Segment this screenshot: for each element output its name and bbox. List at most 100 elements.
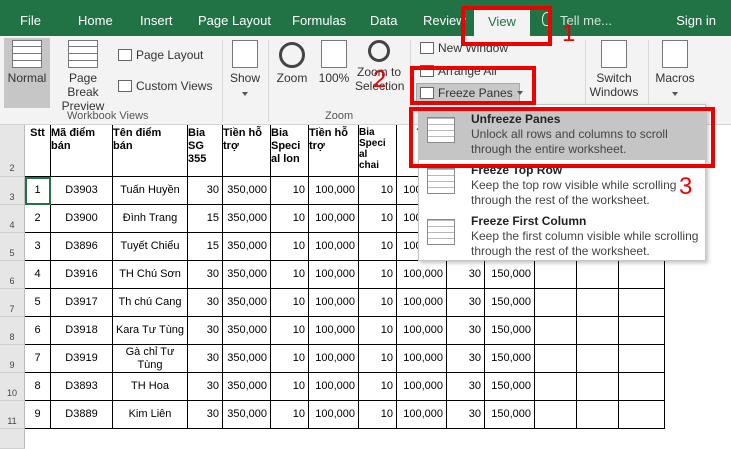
cell-t2[interactable]: 100,000 bbox=[309, 373, 359, 401]
cell-ma[interactable]: D3896 bbox=[51, 233, 113, 261]
cell-c10[interactable]: 30 bbox=[447, 345, 485, 373]
cell-sc[interactable]: 10 bbox=[359, 373, 397, 401]
cell-empty[interactable] bbox=[619, 401, 665, 429]
cell-empty[interactable] bbox=[619, 345, 665, 373]
cell-empty[interactable] bbox=[535, 401, 577, 429]
header-ma-diem-ban[interactable]: Mã điểm bán bbox=[51, 125, 113, 177]
row-header[interactable]: 6 bbox=[0, 261, 25, 289]
cell-sg[interactable]: 15 bbox=[188, 233, 223, 261]
cell-t3[interactable]: 100,000 bbox=[397, 289, 447, 317]
cell-empty[interactable] bbox=[577, 317, 619, 345]
cell-sl[interactable]: 10 bbox=[271, 261, 309, 289]
cell-t3[interactable]: 100,000 bbox=[397, 373, 447, 401]
cell-sg[interactable]: 30 bbox=[188, 345, 223, 373]
cell-t2[interactable]: 100,000 bbox=[309, 261, 359, 289]
cell-empty[interactable] bbox=[577, 373, 619, 401]
cell-empty[interactable] bbox=[577, 345, 619, 373]
header-bia-special-lon[interactable]: Bia Speci al lon bbox=[271, 125, 309, 177]
cell-sc[interactable]: 10 bbox=[359, 345, 397, 373]
cell-t3[interactable]: 100,000 bbox=[397, 317, 447, 345]
cell-sg[interactable]: 15 bbox=[188, 205, 223, 233]
switch-windows-button[interactable]: Switch Windows bbox=[588, 40, 640, 113]
cell-stt[interactable]: 4 bbox=[25, 261, 51, 289]
cell-sl[interactable]: 10 bbox=[271, 289, 309, 317]
cell-sg[interactable]: 30 bbox=[188, 289, 223, 317]
cell-stt[interactable]: 5 bbox=[25, 289, 51, 317]
cell-c11[interactable]: 150,000 bbox=[485, 373, 535, 401]
tab-page-layout[interactable]: Page Layout bbox=[198, 13, 271, 28]
cell-sl[interactable]: 10 bbox=[271, 205, 309, 233]
cell-ma[interactable]: D3889 bbox=[51, 401, 113, 429]
cell-t2[interactable]: 100,000 bbox=[309, 317, 359, 345]
cell-c10[interactable]: 30 bbox=[447, 261, 485, 289]
cell-t2[interactable]: 100,000 bbox=[309, 401, 359, 429]
header-stt[interactable]: Stt bbox=[25, 125, 51, 177]
cell-t1[interactable]: 350,000 bbox=[223, 177, 271, 205]
row-header[interactable]: 7 bbox=[0, 289, 25, 317]
cell-sl[interactable]: 10 bbox=[271, 345, 309, 373]
cell-stt[interactable]: 1 bbox=[25, 177, 51, 205]
header-tien-ho-tro-2[interactable]: Tiền hỗ trợ bbox=[309, 125, 359, 177]
cell-ma[interactable]: D3893 bbox=[51, 373, 113, 401]
zoom-100-button[interactable]: 100% bbox=[316, 40, 352, 85]
cell-empty[interactable] bbox=[577, 289, 619, 317]
cell-c10[interactable]: 30 bbox=[447, 317, 485, 345]
cell-stt[interactable]: 8 bbox=[25, 373, 51, 401]
cell-c11[interactable]: 150,000 bbox=[485, 289, 535, 317]
cell-ten[interactable]: Kim Liên bbox=[113, 401, 188, 429]
row-header[interactable]: 5 bbox=[0, 233, 25, 261]
cell-ten[interactable]: Th chú Cang bbox=[113, 289, 188, 317]
cell-t2[interactable]: 100,000 bbox=[309, 177, 359, 205]
cell-t2[interactable]: 100,000 bbox=[309, 289, 359, 317]
cell-empty[interactable] bbox=[619, 289, 665, 317]
cell-c11[interactable]: 150,000 bbox=[485, 345, 535, 373]
cell-ten[interactable]: Gà chỉ Tư Tùng bbox=[113, 345, 188, 373]
cell-t3[interactable]: 100,000 bbox=[397, 401, 447, 429]
cell-ten[interactable]: TH Chú Sơn bbox=[113, 261, 188, 289]
cell-empty[interactable] bbox=[577, 261, 619, 289]
tab-data[interactable]: Data bbox=[370, 13, 397, 28]
row-header[interactable]: 3 bbox=[0, 177, 25, 205]
cell-t3[interactable]: 100,000 bbox=[397, 261, 447, 289]
cell-sc[interactable]: 10 bbox=[359, 317, 397, 345]
row-header[interactable]: 4 bbox=[0, 205, 25, 233]
cell-sc[interactable]: 10 bbox=[359, 233, 397, 261]
cell-t2[interactable]: 100,000 bbox=[309, 345, 359, 373]
cell-empty[interactable] bbox=[619, 261, 665, 289]
cell-ten[interactable]: Đình Trang bbox=[113, 205, 188, 233]
cell-c10[interactable]: 30 bbox=[447, 401, 485, 429]
cell-c11[interactable]: 150,000 bbox=[485, 401, 535, 429]
cell-t1[interactable]: 350,000 bbox=[223, 261, 271, 289]
cell-ma[interactable]: D3903 bbox=[51, 177, 113, 205]
cell-stt[interactable]: 7 bbox=[25, 345, 51, 373]
macros-button[interactable]: Macros bbox=[652, 40, 698, 99]
cell-empty[interactable] bbox=[619, 373, 665, 401]
cell-sl[interactable]: 10 bbox=[271, 373, 309, 401]
cell-ten[interactable]: TH Hoa bbox=[113, 373, 188, 401]
cell-ma[interactable]: D3919 bbox=[51, 345, 113, 373]
tab-insert[interactable]: Insert bbox=[140, 13, 173, 28]
tab-formulas[interactable]: Formulas bbox=[292, 13, 346, 28]
cell-ten[interactable]: Tuyết Chiểu bbox=[113, 233, 188, 261]
page-layout-button[interactable]: Page Layout bbox=[118, 48, 203, 62]
cell-sg[interactable]: 30 bbox=[188, 373, 223, 401]
menu-item-freeze-first-column[interactable]: Freeze First Column Keep the first colum… bbox=[419, 211, 707, 262]
tab-home[interactable]: Home bbox=[78, 13, 113, 28]
cell-empty[interactable] bbox=[535, 373, 577, 401]
header-bia-special-chai[interactable]: Bia Speci al chai bbox=[359, 125, 397, 177]
cell-ma[interactable]: D3917 bbox=[51, 289, 113, 317]
cell-t3[interactable]: 100,000 bbox=[397, 345, 447, 373]
cell-ten[interactable]: Kara Tư Tùng bbox=[113, 317, 188, 345]
cell-sg[interactable]: 30 bbox=[188, 261, 223, 289]
cell-empty[interactable] bbox=[535, 345, 577, 373]
cell-sl[interactable]: 10 bbox=[271, 233, 309, 261]
cell-sg[interactable]: 30 bbox=[188, 317, 223, 345]
cell-t1[interactable]: 350,000 bbox=[223, 401, 271, 429]
cell-t1[interactable]: 350,000 bbox=[223, 205, 271, 233]
show-button[interactable]: Show bbox=[228, 40, 262, 99]
cell-ma[interactable]: D3918 bbox=[51, 317, 113, 345]
cell-c11[interactable]: 150,000 bbox=[485, 261, 535, 289]
zoom-button[interactable]: Zoom bbox=[274, 42, 310, 85]
cell-sc[interactable]: 10 bbox=[359, 177, 397, 205]
cell-sg[interactable]: 30 bbox=[188, 401, 223, 429]
